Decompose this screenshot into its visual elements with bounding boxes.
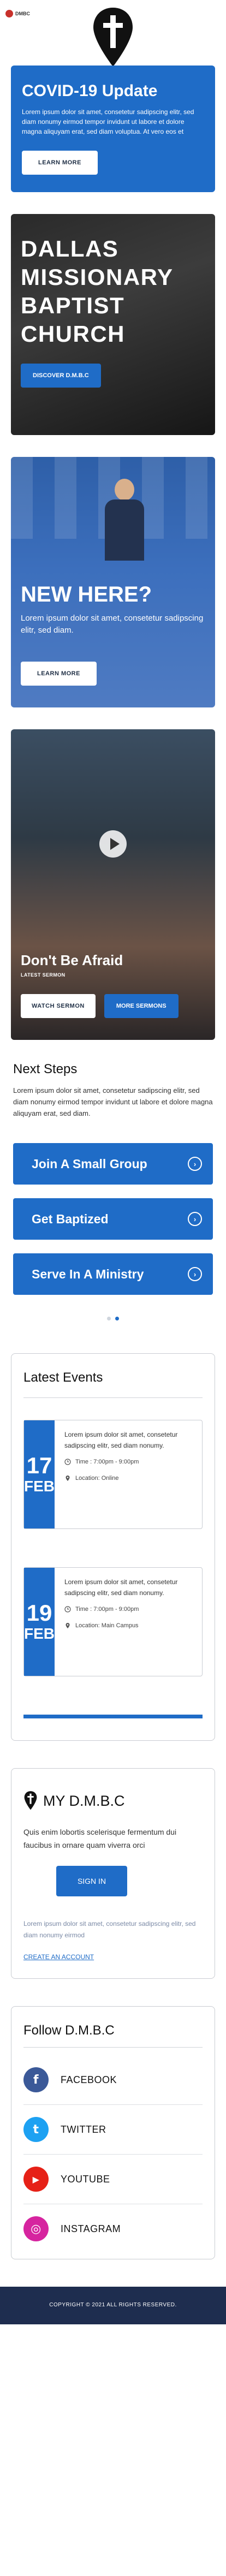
- step-label: Join A Small Group: [32, 1156, 147, 1171]
- my-dmbc-body: Quis enim lobortis scelerisque fermentum…: [23, 1828, 177, 1849]
- facebook-icon: f: [23, 2067, 49, 2092]
- copyright-text: COPYRIGHT © 2021 ALL RIGHTS RESERVED.: [49, 2302, 177, 2308]
- event-day: 17: [26, 1453, 52, 1478]
- youtube-icon: ▶: [23, 2167, 49, 2192]
- social-youtube[interactable]: ▶ YOUTUBE: [23, 2155, 203, 2204]
- next-steps-section: Next Steps Lorem ipsum dolor sit amet, c…: [0, 1062, 226, 1320]
- chevron-right-icon: ›: [188, 1212, 202, 1226]
- chevron-right-icon: ›: [188, 1267, 202, 1281]
- follow-panel: Follow D.M.B.C f FACEBOOK t TWITTER ▶ YO…: [11, 2006, 215, 2259]
- event-time: Time : 7:00pm - 9:00pm: [75, 1459, 139, 1465]
- instagram-icon: ◎: [23, 2216, 49, 2241]
- social-instagram[interactable]: ◎ INSTAGRAM: [23, 2204, 203, 2253]
- events-pagination: [23, 1715, 203, 1718]
- location-pin-icon: [66, 1623, 70, 1628]
- event-time: Time : 7:00pm - 9:00pm: [75, 1606, 139, 1613]
- site-footer: COPYRIGHT © 2021 ALL RIGHTS RESERVED.: [0, 2287, 226, 2324]
- latest-events-panel: Latest Events 17 FEB Lorem ipsum dolor s…: [11, 1353, 215, 1741]
- next-steps-body: Lorem ipsum dolor sit amet, consetetur s…: [13, 1086, 213, 1117]
- sign-in-button[interactable]: SIGN IN: [56, 1866, 127, 1896]
- new-here-title: NEW HERE?: [21, 582, 152, 606]
- carousel-pagination: [13, 1317, 213, 1320]
- church-pin-icon: [24, 1791, 37, 1810]
- event-card[interactable]: 17 FEB Lorem ipsum dolor sit amet, conse…: [23, 1420, 203, 1529]
- social-twitter[interactable]: t TWITTER: [23, 2105, 203, 2155]
- sermon-title: Don't Be Afraid: [21, 952, 123, 968]
- event-time-row: Time : 7:00pm - 9:00pm: [64, 1456, 192, 1467]
- clock-icon: [64, 1606, 71, 1613]
- logo-text: DMBC: [15, 11, 30, 16]
- get-baptized-button[interactable]: Get Baptized ›: [13, 1198, 213, 1240]
- step-label: Serve In A Ministry: [32, 1266, 144, 1281]
- pagination-dot[interactable]: [107, 1317, 111, 1320]
- step-label: Get Baptized: [32, 1211, 109, 1226]
- discover-button[interactable]: DISCOVER D.M.B.C: [21, 364, 101, 388]
- covid-learn-more-button[interactable]: LEARN MORE: [22, 151, 98, 175]
- new-here-body: Lorem ipsum dolor sit amet, consetetur s…: [21, 614, 204, 635]
- my-dmbc-panel: MY D.M.B.C Quis enim lobortis scelerisqu…: [11, 1768, 215, 1979]
- event-location-row: Location: Main Campus: [64, 1620, 192, 1631]
- create-account-link[interactable]: CREATE AN ACCOUNT: [23, 1953, 94, 1961]
- covid-body: Lorem ipsum dolor sit amet, consetetur s…: [22, 108, 194, 135]
- event-date: 17 FEB: [24, 1420, 55, 1528]
- header-logo[interactable]: DMBC: [5, 10, 30, 17]
- hero-title: DALLAS MISSIONARY BAPTIST CHURCH: [21, 236, 173, 347]
- location-pin-icon: [66, 1476, 70, 1481]
- pagination-dot[interactable]: [107, 1715, 111, 1718]
- events-title: Latest Events: [23, 1370, 203, 1398]
- covid-title: COVID-19 Update: [22, 82, 158, 100]
- watch-sermon-button[interactable]: WATCH SERMON: [21, 994, 96, 1018]
- twitter-icon: t: [23, 2117, 49, 2142]
- social-label: TWITTER: [61, 2123, 106, 2135]
- follow-title: Follow D.M.B.C: [23, 2023, 203, 2048]
- social-label: YOUTUBE: [61, 2173, 110, 2185]
- church-hero-card: DALLAS MISSIONARY BAPTIST CHURCH DISCOVE…: [11, 214, 215, 435]
- event-month: FEB: [24, 1478, 55, 1495]
- next-steps-title: Next Steps: [13, 1062, 78, 1076]
- social-facebook[interactable]: f FACEBOOK: [23, 2055, 203, 2105]
- more-sermons-button[interactable]: MORE SERMONS: [104, 994, 179, 1018]
- event-description: Lorem ipsum dolor sit amet, consetetur s…: [64, 1578, 178, 1597]
- pagination-dot[interactable]: [115, 1715, 119, 1718]
- chevron-right-icon: ›: [188, 1157, 202, 1171]
- event-month: FEB: [24, 1625, 55, 1642]
- event-location-row: Location: Online: [64, 1473, 192, 1484]
- my-dmbc-title: MY D.M.B.C: [43, 1792, 125, 1809]
- pagination-dot[interactable]: [99, 1715, 103, 1718]
- pagination-dot[interactable]: [123, 1715, 127, 1718]
- event-location: Location: Main Campus: [75, 1622, 139, 1629]
- event-time-row: Time : 7:00pm - 9:00pm: [64, 1604, 192, 1615]
- site-header: DMBC: [0, 0, 226, 67]
- event-day: 19: [26, 1600, 52, 1626]
- new-here-card: NEW HERE? Lorem ipsum dolor sit amet, co…: [11, 457, 215, 707]
- church-pin-logo-icon[interactable]: [91, 5, 135, 71]
- social-label: FACEBOOK: [61, 2074, 117, 2085]
- sermon-tag: LATEST SERMON: [21, 972, 66, 978]
- latest-sermon-card: Don't Be Afraid LATEST SERMON WATCH SERM…: [11, 729, 215, 1040]
- social-label: INSTAGRAM: [61, 2223, 121, 2234]
- my-dmbc-note: Lorem ipsum dolor sit amet, consetetur s…: [23, 1920, 196, 1939]
- new-here-learn-more-button[interactable]: LEARN MORE: [21, 662, 97, 686]
- event-card[interactable]: 19 FEB Lorem ipsum dolor sit amet, conse…: [23, 1567, 203, 1676]
- serve-ministry-button[interactable]: Serve In A Ministry ›: [13, 1253, 213, 1295]
- pagination-dot-active[interactable]: [115, 1317, 119, 1320]
- event-location: Location: Online: [75, 1475, 119, 1482]
- event-date: 19 FEB: [24, 1568, 55, 1676]
- join-small-group-button[interactable]: Join A Small Group ›: [13, 1143, 213, 1185]
- logo-mark-icon: [5, 10, 13, 17]
- event-description: Lorem ipsum dolor sit amet, consetetur s…: [64, 1431, 178, 1449]
- covid-update-card: COVID-19 Update Lorem ipsum dolor sit am…: [11, 66, 215, 192]
- clock-icon: [64, 1459, 71, 1465]
